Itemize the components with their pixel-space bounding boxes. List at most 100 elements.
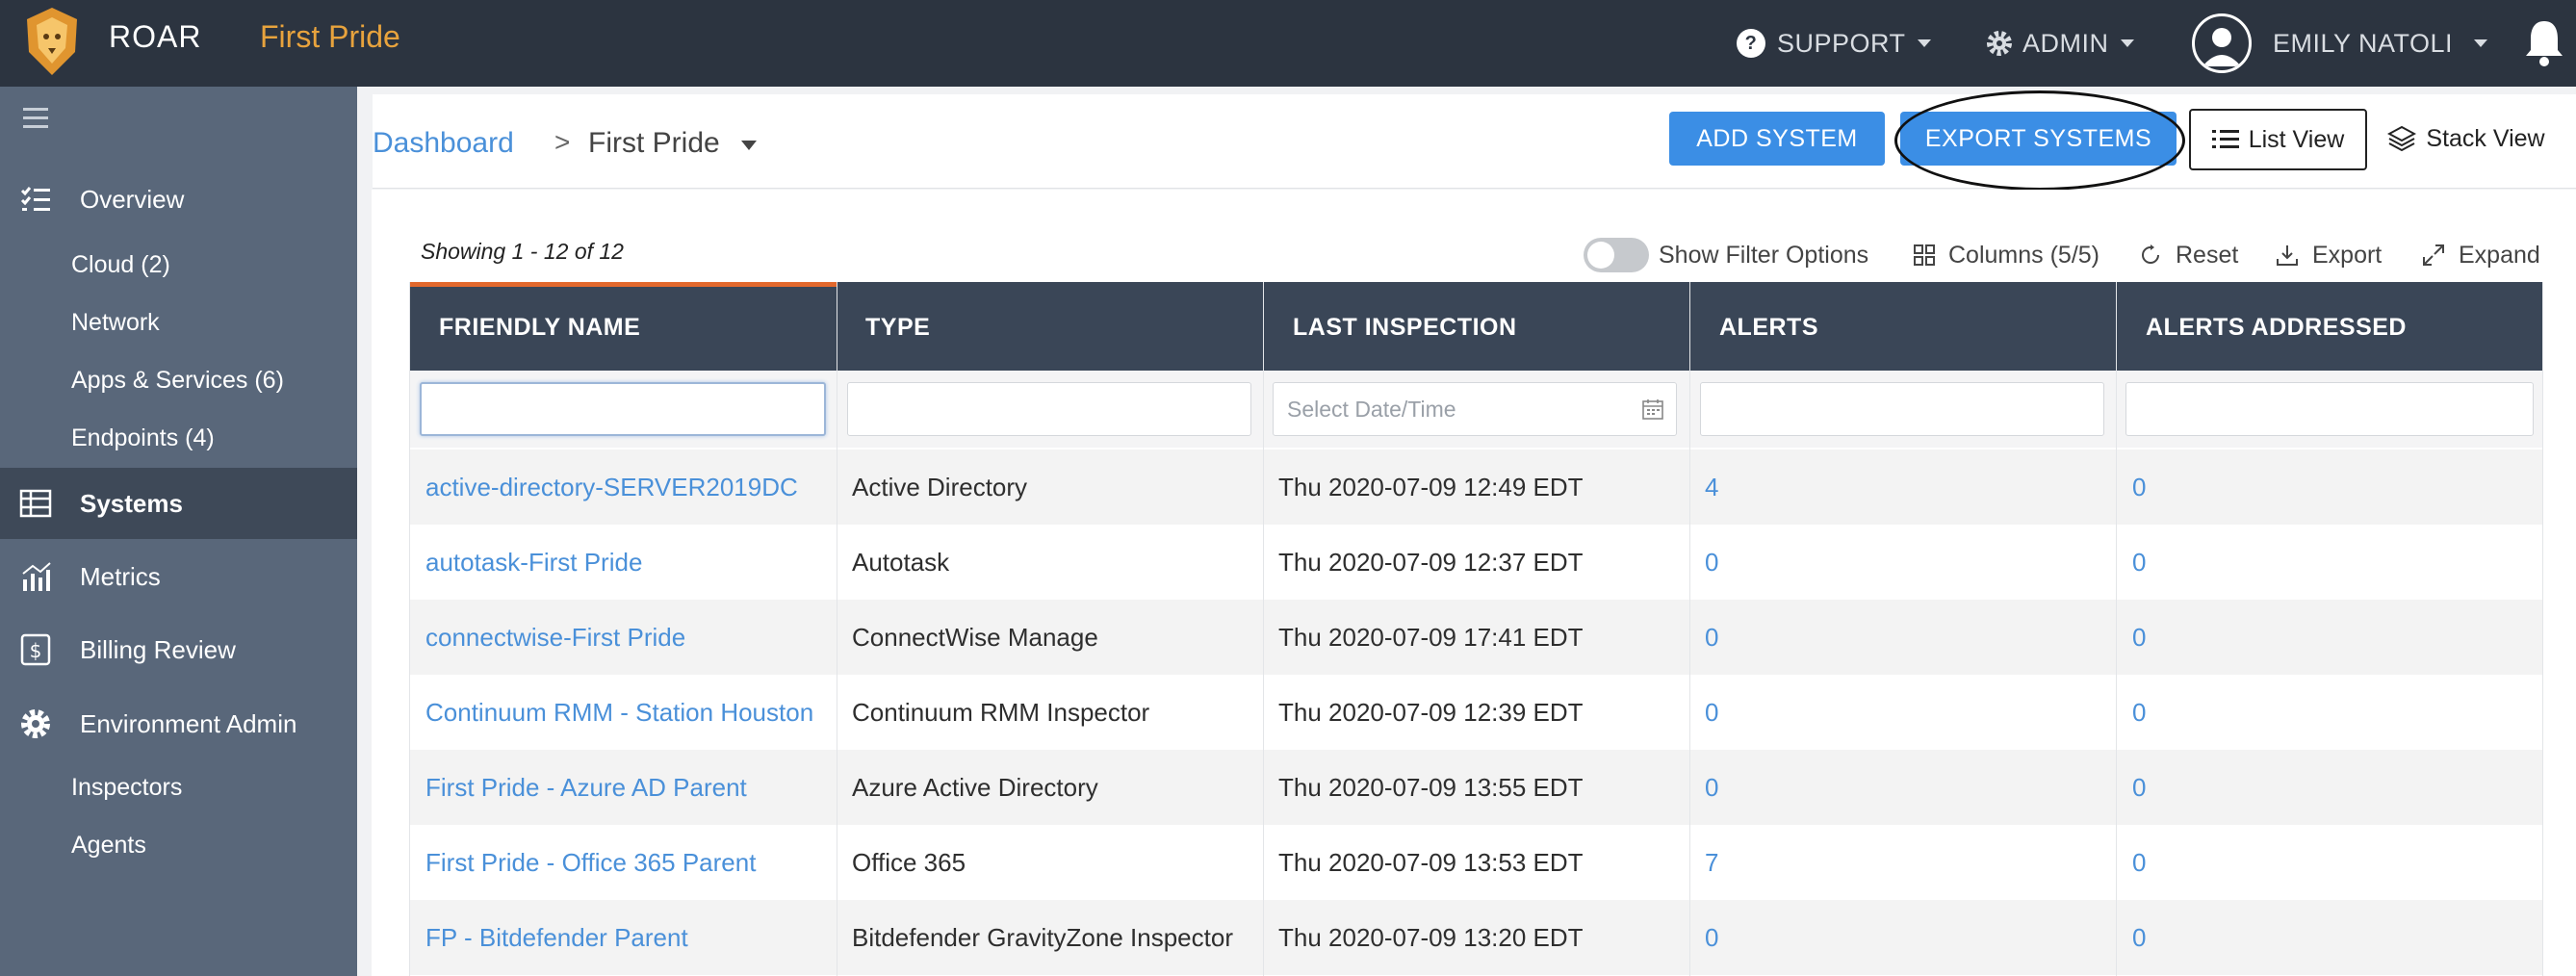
column-header-friendly-name[interactable]: FRIENDLY NAME xyxy=(439,314,640,342)
system-name-link[interactable]: First Pride - Office 365 Parent xyxy=(425,825,756,900)
table-row[interactable]: Continuum RMM - Station Houston Continuu… xyxy=(409,675,2543,750)
last-inspection: Thu 2020-07-09 13:53 EDT xyxy=(1278,847,1584,877)
org-name[interactable]: First Pride xyxy=(260,19,400,55)
chevron-down-icon xyxy=(1917,39,1931,47)
sidebar-item-metrics[interactable]: Metrics xyxy=(0,548,357,605)
column-header-last-inspection[interactable]: LAST INSPECTION xyxy=(1293,314,1517,342)
sidebar-item-label: Environment Admin xyxy=(80,708,297,738)
system-name-link[interactable]: connectwise-First Pride xyxy=(425,600,685,675)
grid-icon xyxy=(1914,244,1935,266)
sidebar-item-network[interactable]: Network xyxy=(71,309,160,337)
last-inspection-filter-input[interactable]: Select Date/Time xyxy=(1273,382,1677,436)
alerts-link[interactable]: 7 xyxy=(1705,825,1718,900)
support-label: SUPPORT xyxy=(1777,28,1906,58)
alerts-addressed-link[interactable]: 0 xyxy=(2132,750,2146,825)
system-name-link[interactable]: FP - Bitdefender Parent xyxy=(425,900,688,975)
alerts-link[interactable]: 4 xyxy=(1705,449,1718,525)
lion-logo-icon[interactable] xyxy=(21,6,83,77)
alerts-link[interactable]: 0 xyxy=(1705,675,1718,750)
top-bar: ROAR First Pride ? SUPPORT ADMIN EMILY N… xyxy=(0,0,2576,87)
show-filter-toggle[interactable]: Show Filter Options xyxy=(1584,238,1868,272)
alerts-link[interactable]: 0 xyxy=(1705,525,1718,600)
alerts-addressed-link[interactable]: 0 xyxy=(2132,675,2146,750)
column-header-alerts[interactable]: ALERTS xyxy=(1719,314,1818,342)
friendly-name-filter-input[interactable] xyxy=(420,382,826,436)
calendar-icon[interactable] xyxy=(1641,398,1664,421)
layers-icon xyxy=(2387,125,2417,152)
system-name-link[interactable]: Continuum RMM - Station Houston xyxy=(425,675,813,750)
system-name-link[interactable]: autotask-First Pride xyxy=(425,525,642,600)
alerts-link[interactable]: 0 xyxy=(1705,600,1718,675)
breadcrumb-dashboard[interactable]: Dashboard xyxy=(373,127,514,160)
system-type: Active Directory xyxy=(852,472,1028,501)
sidebar-item-agents[interactable]: Agents xyxy=(71,832,146,860)
column-divider xyxy=(1263,282,1264,976)
menu-toggle-icon[interactable] xyxy=(23,108,48,129)
sidebar-item-environment-admin[interactable]: Environment Admin xyxy=(0,695,357,753)
breadcrumb-separator: > xyxy=(554,127,571,157)
table-row[interactable]: connectwise-First Pride ConnectWise Mana… xyxy=(409,600,2543,675)
chevron-down-icon xyxy=(2120,39,2134,47)
last-inspection: Thu 2020-07-09 12:39 EDT xyxy=(1278,697,1584,727)
expand-button[interactable]: Expand xyxy=(2422,239,2540,271)
list-view-button[interactable]: List View xyxy=(2189,109,2367,170)
sidebar-item-apps-services[interactable]: Apps & Services (6) xyxy=(71,367,284,395)
sidebar-item-endpoints[interactable]: Endpoints (4) xyxy=(71,424,215,452)
add-system-button[interactable]: ADD SYSTEM xyxy=(1669,112,1885,166)
sidebar-item-cloud[interactable]: Cloud (2) xyxy=(71,251,170,279)
support-menu[interactable]: ? SUPPORT xyxy=(1737,0,1931,87)
system-type: ConnectWise Manage xyxy=(852,622,1098,652)
toggle-switch[interactable] xyxy=(1584,238,1649,272)
alerts-addressed-link[interactable]: 0 xyxy=(2132,600,2146,675)
alerts-addressed-link[interactable]: 0 xyxy=(2132,449,2146,525)
alerts-addressed-link[interactable]: 0 xyxy=(2132,900,2146,975)
result-count: Showing 1 - 12 of 12 xyxy=(421,239,624,264)
help-icon: ? xyxy=(1737,29,1765,58)
table-border xyxy=(409,282,410,976)
svg-text:$: $ xyxy=(30,639,42,662)
table-border xyxy=(2542,282,2543,976)
alerts-addressed-link[interactable]: 0 xyxy=(2132,825,2146,900)
table-row[interactable]: First Pride - Office 365 Parent Office 3… xyxy=(409,825,2543,900)
sidebar-item-overview[interactable]: Overview xyxy=(0,170,357,228)
alerts-addressed-filter-input[interactable] xyxy=(2125,382,2534,436)
highlight-annotation xyxy=(1894,90,2185,191)
last-inspection: Thu 2020-07-09 13:20 EDT xyxy=(1278,922,1584,952)
system-type: Autotask xyxy=(852,547,950,577)
sidebar-item-billing-review[interactable]: $ Billing Review xyxy=(0,621,357,679)
breadcrumb-current[interactable]: First Pride xyxy=(588,127,720,160)
table-row[interactable]: FP - Bitdefender Parent Bitdefender Grav… xyxy=(409,900,2543,975)
expand-label: Expand xyxy=(2459,241,2540,269)
alerts-link[interactable]: 0 xyxy=(1705,900,1718,975)
chevron-down-icon[interactable] xyxy=(741,141,757,150)
alerts-link[interactable]: 0 xyxy=(1705,750,1718,825)
export-button[interactable]: Export xyxy=(2276,239,2382,271)
alerts-filter-input[interactable] xyxy=(1700,382,2104,436)
system-type: Continuum RMM Inspector xyxy=(852,697,1150,727)
system-type: Office 365 xyxy=(852,847,966,877)
table-row[interactable]: autotask-First Pride Autotask Thu 2020-0… xyxy=(409,525,2543,600)
sidebar-item-systems[interactable]: Systems xyxy=(0,468,357,539)
columns-button[interactable]: Columns (5/5) xyxy=(1914,239,2099,271)
admin-label: ADMIN xyxy=(2022,28,2109,58)
brand-name[interactable]: ROAR xyxy=(109,19,201,55)
expand-icon xyxy=(2423,244,2444,266)
table-row[interactable]: First Pride - Azure AD Parent Azure Acti… xyxy=(409,750,2543,825)
admin-menu[interactable]: ADMIN xyxy=(1986,0,2134,87)
reset-button[interactable]: Reset xyxy=(2139,239,2238,271)
system-type: Bitdefender GravityZone Inspector xyxy=(852,922,1233,952)
user-menu[interactable]: EMILY NATOLI xyxy=(2192,0,2488,87)
system-name-link[interactable]: active-directory-SERVER2019DC xyxy=(425,449,798,525)
sidebar-item-label: Systems xyxy=(80,488,183,518)
type-filter-input[interactable] xyxy=(847,382,1251,436)
bell-icon[interactable] xyxy=(2522,17,2566,67)
column-header-type[interactable]: TYPE xyxy=(865,314,930,342)
stack-view-button[interactable]: Stack View xyxy=(2380,112,2553,166)
last-inspection: Thu 2020-07-09 12:37 EDT xyxy=(1278,547,1584,577)
table-row[interactable]: active-directory-SERVER2019DC Active Dir… xyxy=(409,449,2543,525)
sidebar-item-inspectors[interactable]: Inspectors xyxy=(71,774,182,802)
system-name-link[interactable]: First Pride - Azure AD Parent xyxy=(425,750,747,825)
stack-view-label: Stack View xyxy=(2426,124,2545,152)
column-header-alerts-addressed[interactable]: ALERTS ADDRESSED xyxy=(2146,314,2407,342)
alerts-addressed-link[interactable]: 0 xyxy=(2132,525,2146,600)
